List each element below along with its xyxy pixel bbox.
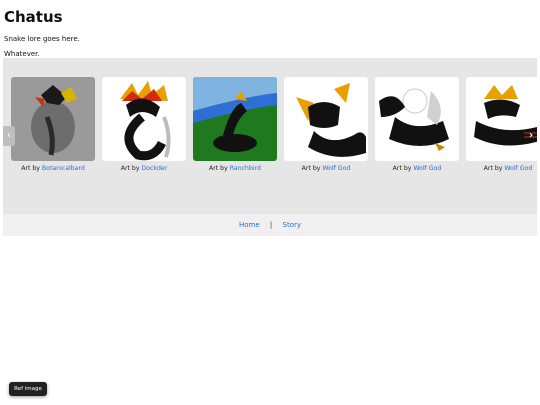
- artist-link[interactable]: Wolf God: [504, 165, 532, 172]
- chevron-left-icon[interactable]: ‹: [3, 126, 15, 146]
- art-caption: Art by Wolf God: [301, 165, 351, 172]
- art-caption: Art by Wolf God: [483, 165, 533, 172]
- art-card[interactable]: Art by Wolf God: [463, 77, 537, 172]
- art-thumbnail[interactable]: [466, 77, 537, 161]
- art-card[interactable]: Art by Wolf God: [372, 77, 462, 172]
- art-caption: Art by Ranchbird: [209, 165, 261, 172]
- story-link[interactable]: Story: [283, 221, 302, 229]
- footer-nav: Home | Story: [3, 214, 537, 236]
- art-card[interactable]: Art by Wolf God: [281, 77, 371, 172]
- art-card[interactable]: Art by Ranchbird: [190, 77, 280, 172]
- page-title: Chatus: [4, 8, 63, 26]
- art-card[interactable]: Art by Dockder: [99, 77, 189, 172]
- art-caption: Art by Botanicalbard: [21, 165, 85, 172]
- gallery-strip: Art by Botanicalbard Art by Dockder Art …: [3, 58, 537, 214]
- art-thumbnail[interactable]: [284, 77, 368, 161]
- art-caption: Art by Wolf God: [392, 165, 442, 172]
- home-link[interactable]: Home: [239, 221, 260, 229]
- lore-text: Snake lore goes here.: [4, 35, 80, 43]
- art-caption: Art by Dockder: [120, 165, 168, 172]
- art-gallery: Art by Botanicalbard Art by Dockder Art …: [3, 58, 537, 214]
- art-thumbnail[interactable]: [102, 77, 186, 161]
- chevron-right-icon[interactable]: ›: [525, 126, 537, 146]
- art-thumbnail[interactable]: [193, 77, 277, 161]
- artist-link[interactable]: Wolf God: [322, 165, 350, 172]
- art-card[interactable]: Art by Botanicalbard: [8, 77, 98, 172]
- ref-image-button[interactable]: Ref image: [9, 382, 47, 396]
- art-thumbnail[interactable]: [375, 77, 459, 161]
- art-thumbnail[interactable]: [11, 77, 95, 161]
- footer-separator: |: [269, 221, 273, 229]
- artist-link[interactable]: Botanicalbard: [42, 165, 85, 172]
- artist-link[interactable]: Ranchbird: [230, 165, 261, 172]
- artist-link[interactable]: Dockder: [141, 165, 167, 172]
- whatever-text: Whatever.: [4, 50, 40, 58]
- artist-link[interactable]: Wolf God: [413, 165, 441, 172]
